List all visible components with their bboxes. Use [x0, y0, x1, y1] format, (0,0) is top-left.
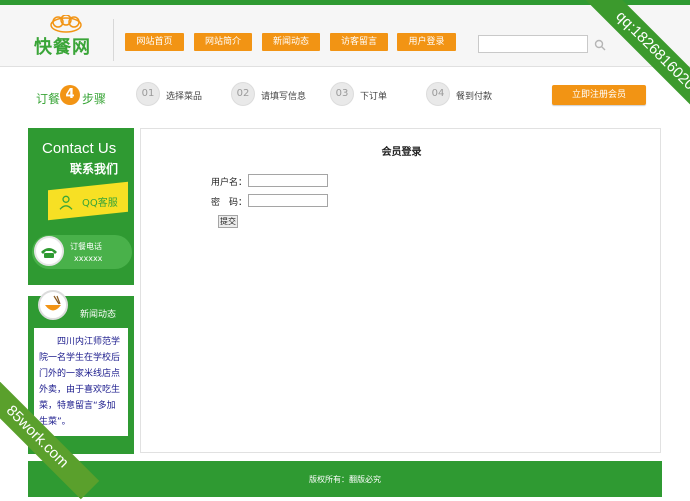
user-icon [59, 195, 73, 210]
search-icon[interactable] [594, 39, 606, 51]
contact-panel: Contact Us 联系我们 QQ客服 订餐电话 xxxxxx [28, 128, 134, 285]
news-content[interactable]: 四川内江师范学院一名学生在学校后门外的一家米线店点外卖，由于喜欢吃生菜，特意留言… [34, 328, 128, 436]
step-label-1: 选择菜品 [166, 92, 203, 102]
contact-title-en: Contact Us [42, 140, 117, 157]
step-label-4: 餐到付款 [456, 92, 493, 102]
logo-divider [113, 19, 114, 61]
step-label-3: 下订单 [360, 92, 388, 102]
step-number-3: 03 [330, 82, 354, 106]
nav-item-about[interactable]: 网站简介 [194, 33, 252, 51]
chef-hat-icon [50, 15, 82, 33]
steps-title-suffix: 步骤 [82, 92, 107, 106]
nav-item-home[interactable]: 网站首页 [125, 33, 184, 51]
qq-service-label: QQ客服 [82, 197, 118, 209]
steps-title-prefix: 订餐 [36, 92, 61, 106]
phone-label: 订餐电话 [70, 242, 102, 251]
step-label-2: 请填写信息 [261, 92, 307, 102]
site-footer: 版权所有：翻版必究 [28, 461, 662, 497]
order-steps: 订餐 4 步骤 01 选择菜品 02 请填写信息 03 下订单 04 餐到付款 … [0, 76, 690, 126]
phone-icon [34, 236, 64, 266]
nav-item-login[interactable]: 用户登录 [397, 33, 456, 51]
step-number-4: 04 [426, 82, 450, 106]
logo-text: 快餐网 [34, 37, 91, 58]
site-logo[interactable]: 快餐网 [28, 15, 108, 61]
step-number-2: 02 [231, 82, 255, 106]
qq-service-button[interactable]: QQ客服 [48, 181, 128, 221]
news-title: 新闻动态 [80, 310, 117, 320]
contact-title-cn: 联系我们 [70, 162, 119, 176]
search-input[interactable] [478, 35, 588, 53]
footer-copyright: 版权所有：翻版必究 [309, 475, 381, 484]
steps-title-number: 4 [60, 85, 80, 105]
nav-item-news[interactable]: 新闻动态 [262, 33, 320, 51]
password-input[interactable] [248, 194, 328, 207]
nav-item-guestbook[interactable]: 访客留言 [330, 33, 388, 51]
site-header: 快餐网 网站首页 网站简介 新闻动态 访客留言 用户登录 [0, 5, 690, 67]
phone-number: xxxxxx [74, 254, 103, 263]
username-label: 用户名： [211, 178, 248, 188]
password-label: 密 码： [211, 198, 248, 208]
food-bowl-icon [38, 290, 68, 320]
submit-button[interactable]: 提交 [218, 215, 238, 228]
username-input[interactable] [248, 174, 328, 187]
step-number-1: 01 [136, 82, 160, 106]
main-content: 会员登录 用户名： 密 码： 提交 [140, 128, 661, 453]
login-title: 会员登录 [381, 147, 422, 158]
register-member-button[interactable]: 立即注册会员 [552, 85, 646, 105]
